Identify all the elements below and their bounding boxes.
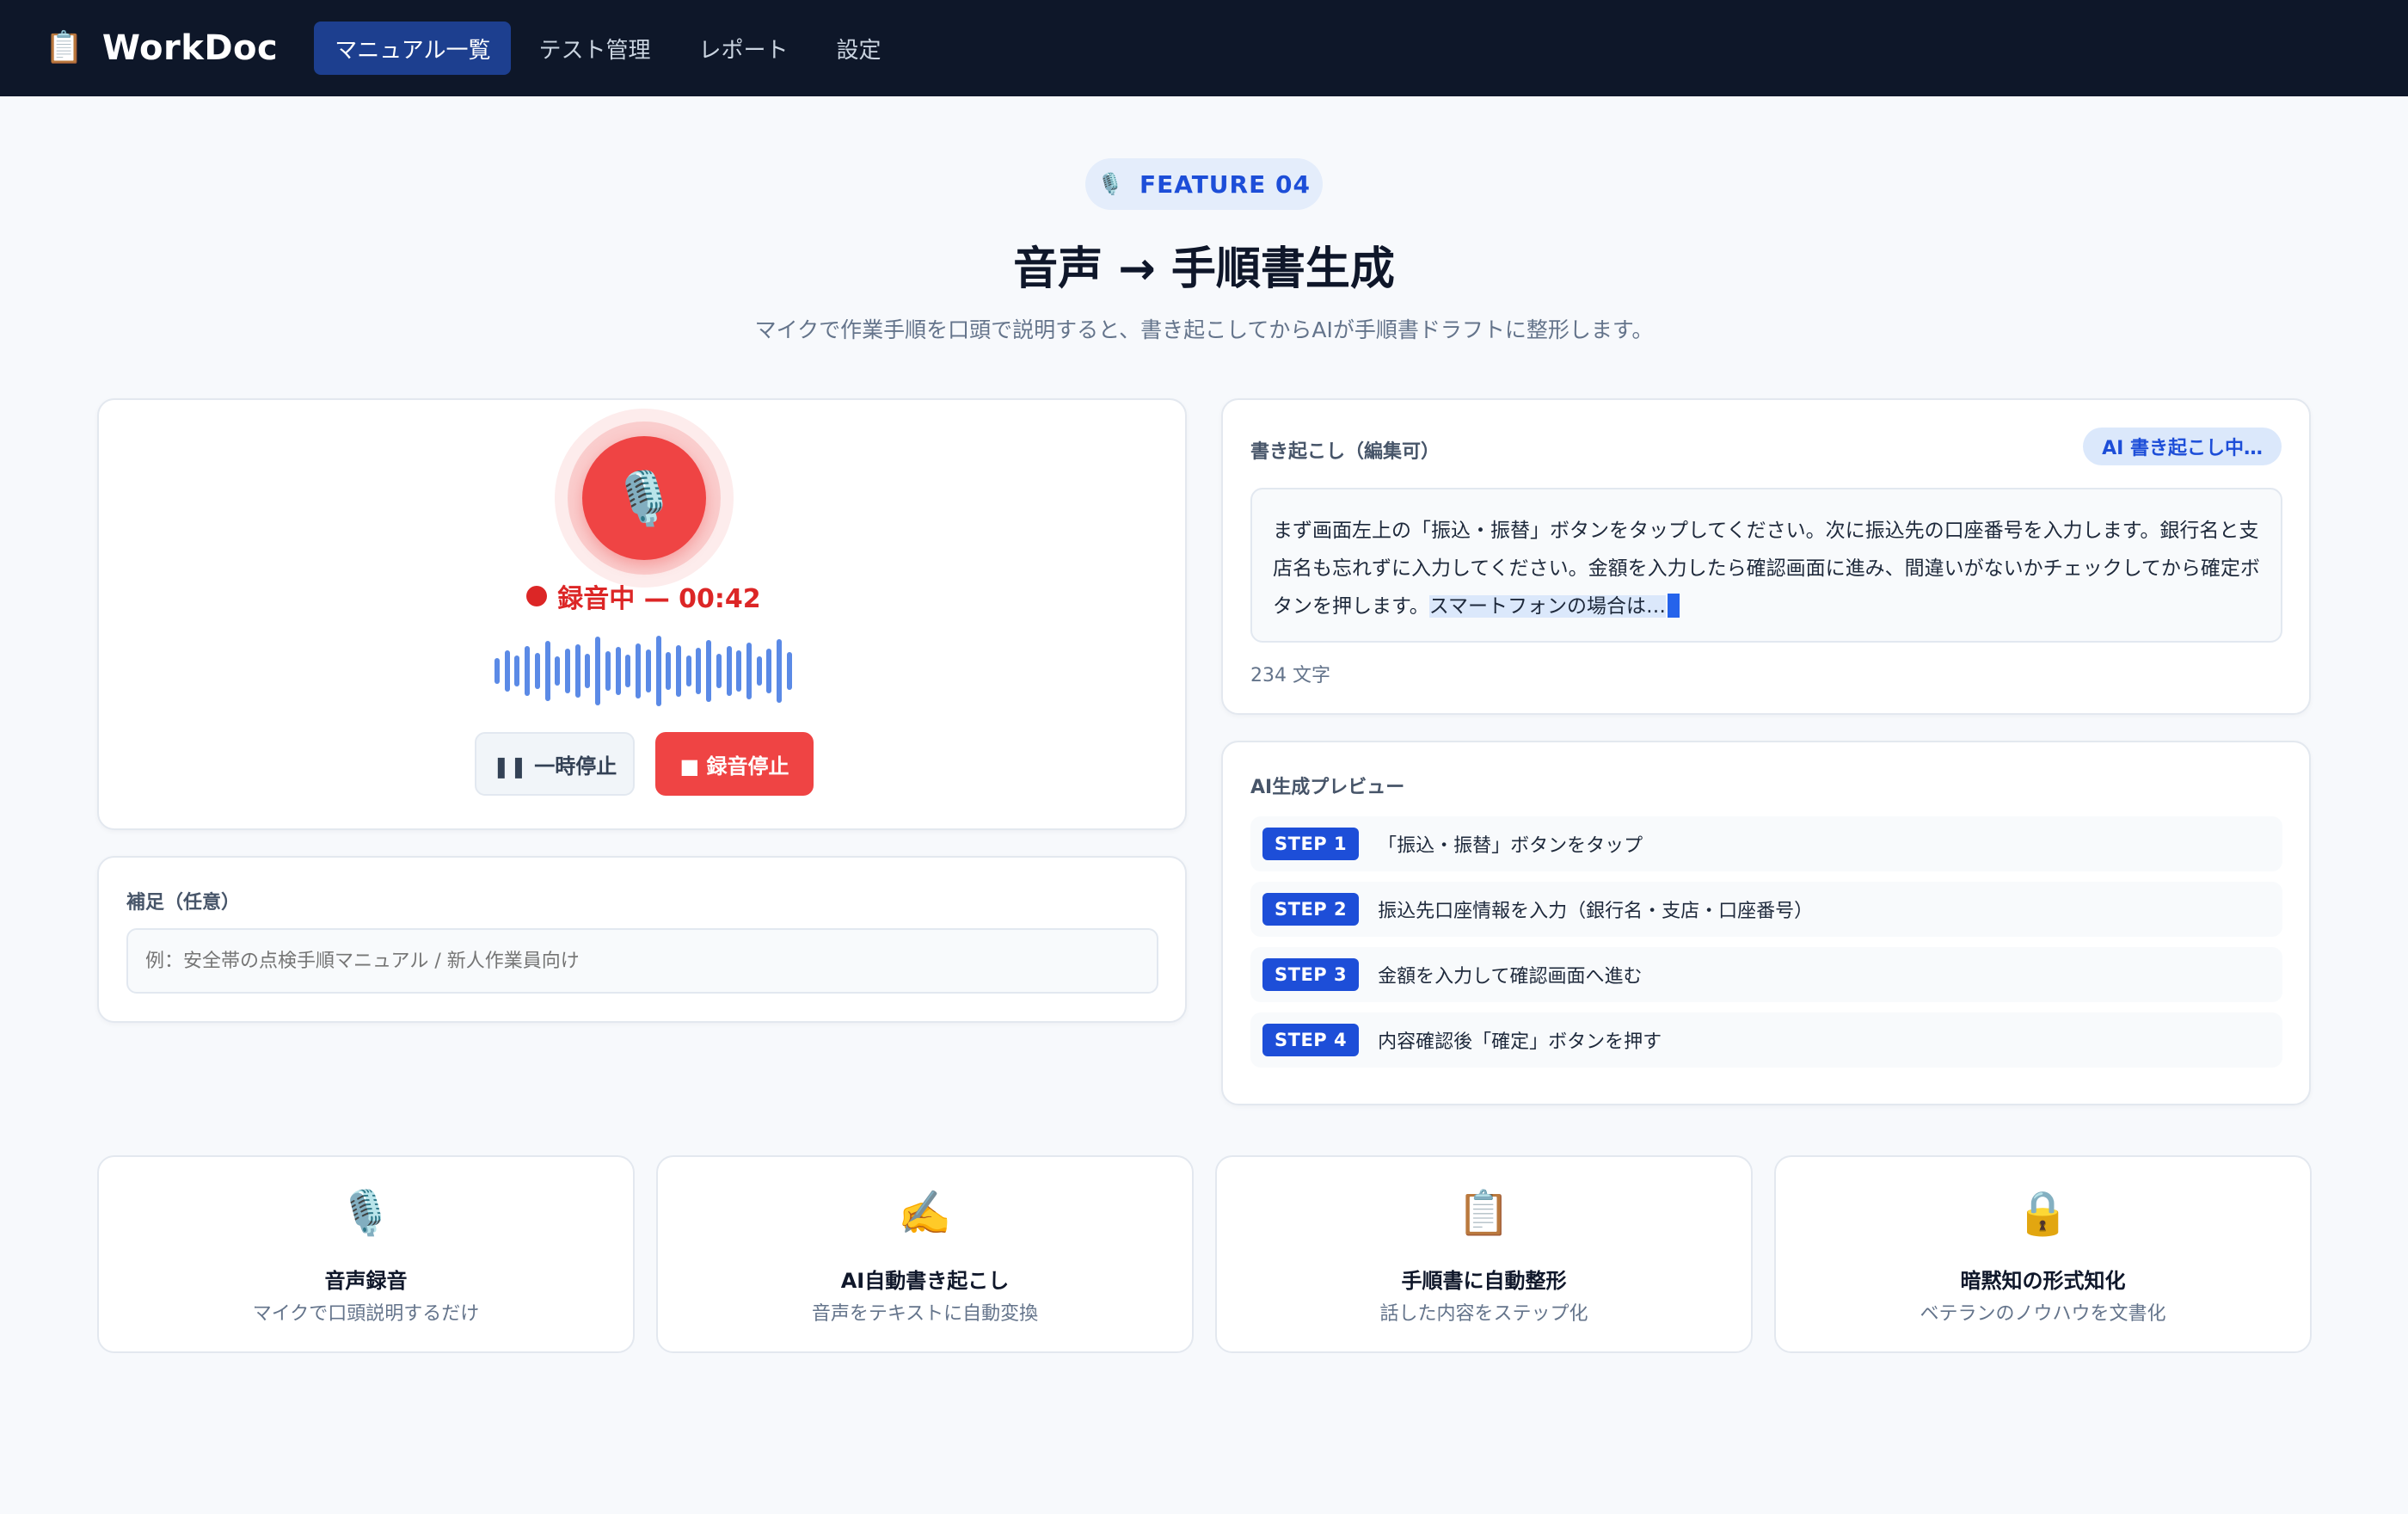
recording-status-text: 録音中 — 00:42: [557, 584, 761, 614]
text-cursor: [1668, 594, 1680, 618]
waveform-bar: [595, 637, 601, 705]
waveform-bar: [585, 654, 591, 688]
clipboard-icon: 📋: [45, 30, 83, 65]
waveform-bar: [655, 636, 661, 706]
step-tag: STEP 4: [1262, 1024, 1360, 1056]
waveform-bar: [726, 646, 732, 696]
main-nav: マニュアル一覧 テスト管理 レポート 設定: [314, 22, 901, 75]
feature-desc: マイクで口頭説明するだけ: [252, 1303, 480, 1325]
feature-title: 音声録音: [324, 1269, 408, 1293]
note-label: 補足（任意）: [126, 892, 241, 914]
microphone-icon: 🎙️: [1097, 172, 1124, 196]
app-name: WorkDoc: [101, 28, 279, 68]
step-text: 振込先口座情報を入力（銀行名・支店・口座番号）: [1378, 901, 1814, 922]
nav-item-manuals[interactable]: マニュアル一覧: [314, 22, 512, 75]
note-panel: 補足（任意）: [97, 856, 1187, 1023]
step-text: 金額を入力して確認画面へ進む: [1378, 966, 1643, 988]
microphone-icon: 🎙️: [339, 1188, 393, 1238]
character-count: 234 文字: [1250, 665, 1330, 686]
record-button[interactable]: 🎙️: [582, 436, 706, 560]
audio-waveform: [494, 632, 792, 710]
waveform-bar: [756, 656, 762, 686]
transcript-editor[interactable]: まず画面左上の「振込・振替」ボタンをタップしてください。次に振込先の口座番号を入…: [1250, 488, 2282, 643]
nav-item-tests[interactable]: テスト管理: [518, 22, 671, 75]
recorder-controls: ❚❚ 一時停止 ■ 録音停止: [475, 732, 814, 796]
waveform-bar: [746, 643, 752, 699]
feature-desc: ベテランのノウハウを文書化: [1920, 1303, 2166, 1325]
waveform-bar: [685, 655, 691, 686]
waveform-bar: [615, 647, 621, 695]
transcribing-status-badge: AI 書き起こし中…: [2083, 428, 2282, 465]
waveform-bar: [574, 644, 580, 698]
step-item[interactable]: STEP 3 金額を入力して確認画面へ進む: [1250, 947, 2282, 1002]
step-item[interactable]: STEP 2 振込先口座情報を入力（銀行名・支店・口座番号）: [1250, 882, 2282, 937]
lock-icon: 🔒: [2016, 1188, 2070, 1238]
stop-recording-button[interactable]: ■ 録音停止: [655, 732, 814, 796]
waveform-bar: [766, 649, 772, 693]
nav-item-settings[interactable]: 設定: [816, 22, 902, 75]
waveform-bar: [696, 648, 702, 694]
waveform-bar: [666, 652, 672, 690]
feature-desc: 話した内容をステップ化: [1379, 1303, 1588, 1325]
waveform-bar: [706, 640, 712, 702]
waveform-bar: [525, 646, 531, 696]
waveform-bar: [625, 655, 631, 687]
recording-status: 録音中 — 00:42: [99, 577, 1189, 615]
transcript-live-text: スマートフォンの場合は…: [1428, 595, 1667, 618]
transcript-panel: 書き起こし（編集可） AI 書き起こし中… まず画面左上の「振込・振替」ボタンを…: [1221, 398, 2311, 715]
brand[interactable]: 📋 WorkDoc: [45, 28, 278, 68]
waveform-bar: [645, 649, 651, 692]
waveform-bar: [716, 654, 722, 688]
waveform-bar: [636, 643, 642, 699]
clipboard-icon: 📋: [1457, 1188, 1511, 1238]
feature-badge: 🎙️ FEATURE 04: [1085, 158, 1323, 210]
waveform-bar: [555, 656, 561, 686]
feature-card-ai-transcription: ✍️ AI自動書き起こし 音声をテキストに自動変換: [656, 1155, 1194, 1353]
top-navbar: 📋 WorkDoc マニュアル一覧 テスト管理 レポート 設定: [0, 0, 2408, 96]
waveform-bar: [675, 645, 681, 697]
feature-card-tacit-knowledge: 🔒 暗黙知の形式知化 ベテランのノウハウを文書化: [1774, 1155, 2312, 1353]
step-tag: STEP 1: [1262, 828, 1360, 860]
feature-title: AI自動書き起こし: [840, 1269, 1010, 1293]
feature-card-voice-recording: 🎙️ 音声録音 マイクで口頭説明するだけ: [97, 1155, 635, 1353]
step-list: STEP 1 「振込・振替」ボタンをタップ STEP 2 振込先口座情報を入力（…: [1250, 816, 2282, 1078]
waveform-bar: [786, 652, 792, 690]
page-subtitle: マイクで作業手順を口頭で説明すると、書き起こしてからAIが手順書ドラフトに整形し…: [754, 317, 1654, 342]
pause-button[interactable]: ❚❚ 一時停止: [475, 732, 635, 796]
nav-item-reports[interactable]: レポート: [678, 22, 808, 75]
waveform-bar: [736, 650, 742, 692]
page-title: 音声 → 手順書生成: [1013, 243, 1395, 295]
step-tag: STEP 3: [1262, 958, 1360, 991]
note-input[interactable]: [126, 928, 1158, 994]
feature-card-auto-format: 📋 手順書に自動整形 話した内容をステップ化: [1215, 1155, 1753, 1353]
step-item[interactable]: STEP 1 「振込・振替」ボタンをタップ: [1250, 816, 2282, 871]
waveform-bar: [777, 639, 783, 703]
ai-preview-panel: AI生成プレビュー STEP 1 「振込・振替」ボタンをタップ STEP 2 振…: [1221, 741, 2311, 1105]
step-tag: STEP 2: [1262, 893, 1360, 926]
transcript-label: 書き起こし（編集可）: [1250, 441, 1440, 463]
step-text: 内容確認後「確定」ボタンを押す: [1378, 1031, 1662, 1053]
step-item[interactable]: STEP 4 内容確認後「確定」ボタンを押す: [1250, 1012, 2282, 1068]
recording-dot-icon: [526, 586, 548, 606]
waveform-bar: [494, 658, 500, 684]
writing-hand-icon: ✍️: [898, 1188, 952, 1238]
step-text: 「振込・振替」ボタンをタップ: [1378, 835, 1643, 857]
feature-badge-label: FEATURE 04: [1139, 169, 1311, 199]
waveform-bar: [605, 651, 611, 691]
recorder-panel: 🎙️ 録音中 — 00:42 ❚❚ 一時停止 ■ 録音停止: [97, 398, 1187, 830]
waveform-bar: [504, 650, 510, 692]
feature-title: 暗黙知の形式知化: [1960, 1269, 2126, 1293]
waveform-bar: [544, 641, 550, 701]
transcript-text: まず画面左上の「振込・振替」ボタンをタップしてください。次に振込先の口座番号を入…: [1273, 520, 2260, 618]
waveform-bar: [514, 655, 520, 686]
feature-desc: 音声をテキストに自動変換: [811, 1303, 1039, 1325]
feature-title: 手順書に自動整形: [1401, 1269, 1567, 1293]
microphone-icon: 🎙️: [611, 468, 677, 529]
ai-preview-label: AI生成プレビュー: [1250, 777, 1405, 798]
waveform-bar: [534, 653, 540, 689]
waveform-bar: [565, 649, 571, 693]
